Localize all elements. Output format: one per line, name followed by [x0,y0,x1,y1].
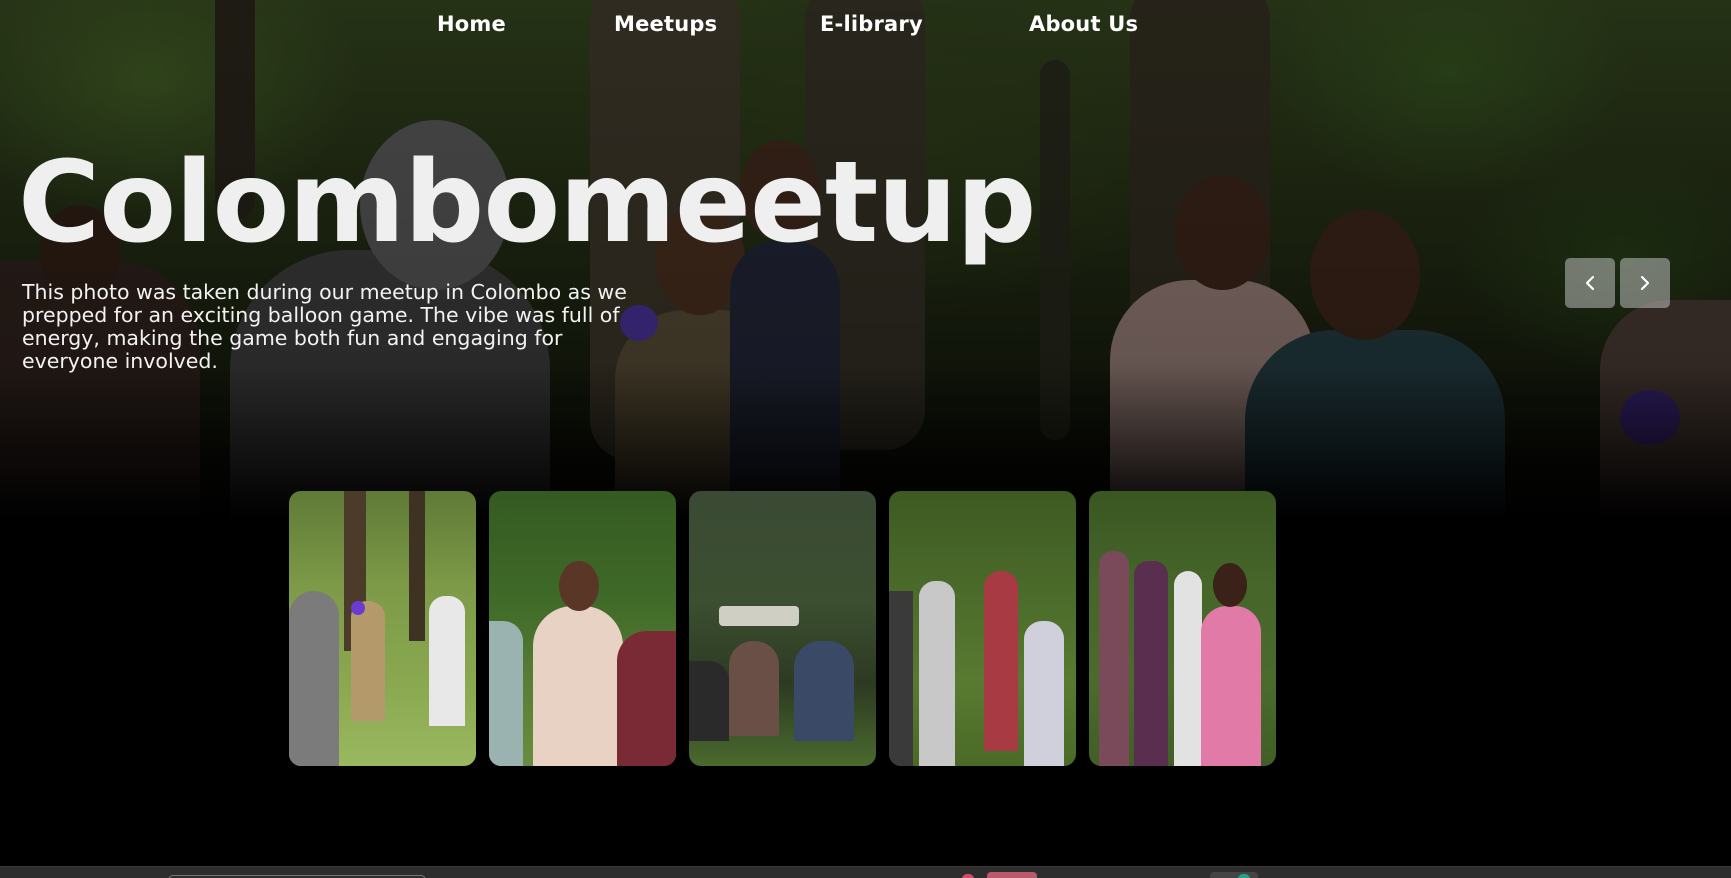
person-figure [617,631,676,766]
person-figure [889,591,913,766]
person-figure [794,641,854,741]
thumbnail-crowd-park[interactable] [889,491,1076,766]
person-figure [1099,551,1129,766]
hero-title: Colombomeetup [18,138,1036,268]
person-figure [289,591,339,766]
prev-slide-button[interactable] [1565,258,1615,308]
nav-meetups[interactable]: Meetups [614,12,717,36]
next-slide-button[interactable] [1620,258,1670,308]
person-figure [1201,606,1261,766]
person-figure [689,661,729,741]
person-figure [351,601,385,721]
top-navigation: Home Meetups E-library About Us [0,12,1731,42]
hero-description: This photo was taken during our meetup i… [22,280,627,373]
person-figure [1024,621,1064,766]
taskbar-app-icon[interactable] [987,872,1037,878]
thumbnail-crowd-pink-shirt[interactable] [1089,491,1276,766]
nav-e-library[interactable]: E-library [820,12,923,36]
thumbnail-smiling-girls[interactable] [489,491,676,766]
nav-home[interactable]: Home [437,12,506,36]
person-figure [729,641,779,736]
taskbar-app-icon[interactable] [1238,874,1250,878]
bottom-taskbar-strip [0,866,1731,878]
nav-about-us[interactable]: About Us [1029,12,1138,36]
person-figure [533,606,623,766]
person-figure [1134,561,1168,766]
page: Home Meetups E-library About Us Colombom… [0,0,1731,878]
person-figure [984,571,1018,751]
person-figure [919,581,955,766]
person-figure [1174,571,1202,766]
thumbnail-group-sitting[interactable] [689,491,876,766]
tree-trunk [409,491,425,641]
thumbnail-balloon-game[interactable] [289,491,476,766]
person-head [559,561,599,611]
taskbar-app-icon[interactable] [962,874,974,878]
purple-balloon [351,601,365,615]
person-head [1213,563,1247,607]
taskbar-app-icon[interactable] [1210,872,1258,878]
person-figure [429,596,465,726]
person-figure [489,621,523,766]
chevron-right-icon [1640,275,1650,291]
cart-roof [719,606,799,626]
chevron-left-icon [1585,275,1595,291]
